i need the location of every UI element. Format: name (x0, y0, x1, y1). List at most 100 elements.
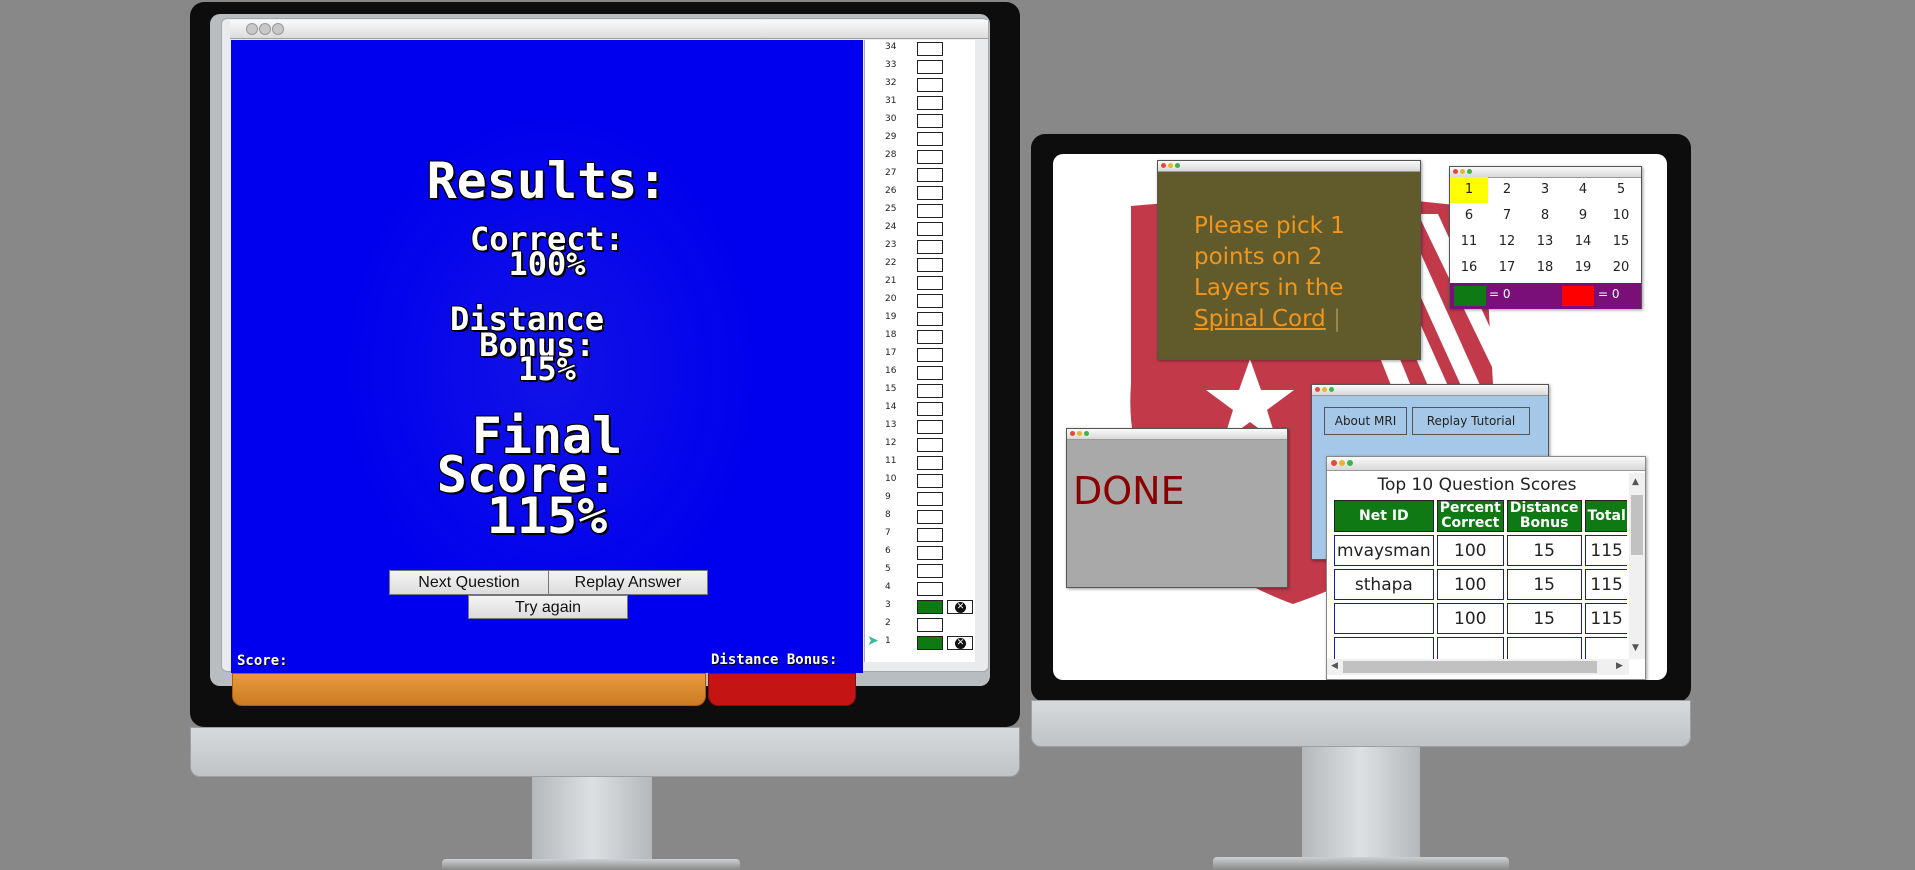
layer-row[interactable]: 29 (865, 130, 975, 148)
layer-checkbox[interactable] (917, 258, 943, 272)
layer-row[interactable]: 15 (865, 382, 975, 400)
question-number-cell[interactable]: 7 (1488, 203, 1526, 229)
question-number-cell[interactable]: 13 (1526, 229, 1564, 255)
layer-row[interactable]: 25 (865, 202, 975, 220)
scoreboard-vertical-scrollbar[interactable]: ▲ ▼ (1629, 473, 1645, 659)
layer-checkbox[interactable] (917, 600, 943, 614)
layer-row[interactable]: 34 (865, 40, 975, 58)
layer-checkbox[interactable] (917, 150, 943, 164)
question-number-cell[interactable]: 4 (1564, 177, 1602, 203)
layer-checkbox[interactable] (917, 402, 943, 416)
layer-row[interactable]: 5 (865, 562, 975, 580)
layer-row[interactable]: 24 (865, 220, 975, 238)
layer-row[interactable]: 2 (865, 616, 975, 634)
clear-layer-button[interactable]: ✕ (947, 600, 973, 614)
maximize-dot-icon[interactable] (1467, 169, 1472, 174)
layer-row[interactable]: 1 ✕ ➤ (865, 633, 975, 652)
layer-checkbox[interactable] (917, 222, 943, 236)
question-number-cell[interactable]: 2 (1488, 177, 1526, 203)
layer-row[interactable]: 26 (865, 184, 975, 202)
maximize-dot-icon[interactable] (1084, 431, 1089, 436)
scoreboard-horizontal-scrollbar[interactable]: ◀ ▶ (1327, 659, 1629, 675)
layer-checkbox[interactable] (917, 546, 943, 560)
layer-checkbox[interactable] (917, 96, 943, 110)
layer-checkbox[interactable] (917, 474, 943, 488)
close-dot-icon[interactable] (1453, 169, 1458, 174)
layer-row[interactable]: 22 (865, 256, 975, 274)
close-dot-icon[interactable] (1331, 460, 1337, 466)
question-number-cell[interactable]: 15 (1602, 229, 1640, 255)
layer-checkbox[interactable] (917, 204, 943, 218)
layer-checkbox[interactable] (917, 132, 943, 146)
close-dot-icon[interactable] (1070, 431, 1075, 436)
window-dot-icon[interactable] (246, 23, 258, 35)
layer-checkbox[interactable] (917, 636, 943, 650)
layer-row[interactable]: 7 (865, 526, 975, 544)
layer-checkbox[interactable] (917, 456, 943, 470)
table-header-cell[interactable]: Total (1584, 500, 1627, 532)
layer-row[interactable]: 13 (865, 418, 975, 436)
try-again-button[interactable]: Try again (468, 595, 628, 619)
question-number-cell[interactable]: 19 (1564, 255, 1602, 281)
question-number-cell[interactable]: 12 (1488, 229, 1526, 255)
close-dot-icon[interactable] (1315, 387, 1320, 392)
scroll-left-icon[interactable]: ◀ (1331, 661, 1338, 671)
layer-row[interactable]: 4 (865, 580, 975, 598)
layer-row[interactable]: 19 (865, 310, 975, 328)
minimize-dot-icon[interactable] (1322, 387, 1327, 392)
table-header-cell[interactable]: Distance Bonus (1506, 500, 1582, 532)
layer-row[interactable]: 27 (865, 166, 975, 184)
scrollbar-thumb[interactable] (1343, 661, 1597, 673)
layer-row[interactable]: 16 (865, 364, 975, 382)
scrollbar-thumb[interactable] (1631, 495, 1643, 555)
spinal-cord-link[interactable]: Spinal Cord (1194, 306, 1326, 332)
minimize-dot-icon[interactable] (1168, 163, 1173, 168)
layer-row[interactable]: 3 ✕ (865, 598, 975, 616)
minimize-dot-icon[interactable] (1339, 460, 1345, 466)
layer-row[interactable]: 20 (865, 292, 975, 310)
scroll-up-icon[interactable]: ▲ (1632, 477, 1639, 487)
layer-checkbox[interactable] (917, 510, 943, 524)
minimize-dot-icon[interactable] (1460, 169, 1465, 174)
scroll-down-icon[interactable]: ▼ (1632, 643, 1639, 653)
question-number-cell[interactable]: 20 (1602, 255, 1640, 281)
table-header-cell[interactable]: Net ID (1334, 500, 1434, 532)
clear-layer-button[interactable]: ✕ (947, 636, 973, 650)
table-header-cell[interactable]: Percent Correct (1436, 500, 1504, 532)
scroll-right-icon[interactable]: ▶ (1616, 661, 1623, 671)
layer-checkbox[interactable] (917, 348, 943, 362)
layer-checkbox[interactable] (917, 240, 943, 254)
question-number-cell[interactable]: 18 (1526, 255, 1564, 281)
maximize-dot-icon[interactable] (1329, 387, 1334, 392)
layer-row[interactable]: 32 (865, 76, 975, 94)
layer-row[interactable]: 18 (865, 328, 975, 346)
layer-checkbox[interactable] (917, 492, 943, 506)
question-number-cell[interactable]: 8 (1526, 203, 1564, 229)
layer-row[interactable]: 21 (865, 274, 975, 292)
layer-row[interactable]: 17 (865, 346, 975, 364)
layer-row[interactable]: 9 (865, 490, 975, 508)
layer-row[interactable]: 10 (865, 472, 975, 490)
layer-row[interactable]: 11 (865, 454, 975, 472)
replay-tutorial-button[interactable]: Replay Tutorial (1412, 407, 1530, 435)
layer-row[interactable]: 28 (865, 148, 975, 166)
layer-row[interactable]: 8 (865, 508, 975, 526)
question-number-cell[interactable]: 9 (1564, 203, 1602, 229)
question-number-cell[interactable]: 17 (1488, 255, 1526, 281)
layer-checkbox[interactable] (917, 438, 943, 452)
layer-row[interactable]: 33 (865, 58, 975, 76)
layer-row[interactable]: 12 (865, 436, 975, 454)
layer-checkbox[interactable] (917, 294, 943, 308)
about-mri-button[interactable]: About MRI (1324, 407, 1407, 435)
layer-checkbox[interactable] (917, 528, 943, 542)
layer-checkbox[interactable] (917, 420, 943, 434)
layer-checkbox[interactable] (917, 384, 943, 398)
window-dot-icon[interactable] (259, 23, 271, 35)
layer-checkbox[interactable] (917, 618, 943, 632)
layer-row[interactable]: 14 (865, 400, 975, 418)
replay-answer-button[interactable]: Replay Answer (548, 570, 708, 595)
layer-checkbox[interactable] (917, 186, 943, 200)
question-number-cell[interactable]: 16 (1450, 255, 1488, 281)
layer-checkbox[interactable] (917, 60, 943, 74)
close-dot-icon[interactable] (1161, 163, 1166, 168)
